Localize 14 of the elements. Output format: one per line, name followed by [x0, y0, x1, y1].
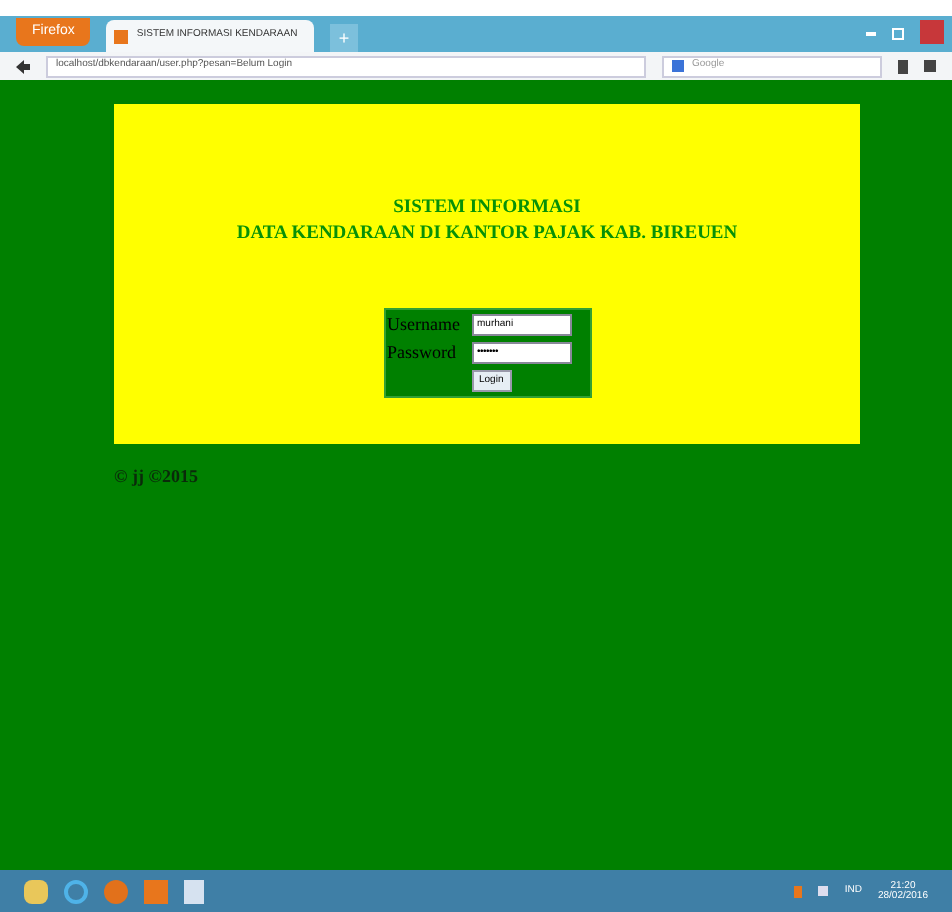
- document-icon[interactable]: [184, 879, 204, 903]
- back-arrow-icon[interactable]: [16, 59, 30, 73]
- restore-icon[interactable]: [892, 28, 904, 40]
- field-label: Password: [387, 344, 459, 362]
- page-title: SISTEM INFORMASI: [393, 196, 581, 222]
- search-engine-icon: [672, 60, 684, 72]
- close-icon[interactable]: [920, 20, 944, 44]
- tray-icon: [794, 885, 803, 897]
- minimize-icon[interactable]: [866, 32, 876, 36]
- app-icon[interactable]: [144, 879, 168, 903]
- site-icon: [114, 29, 129, 43]
- copyright-text: © jj ©2015: [114, 464, 200, 490]
- page-title: DATA KENDARAAN DI KANTOR PAJAK KAB. BIREUEN: [236, 222, 738, 248]
- field-label: Username: [387, 316, 462, 334]
